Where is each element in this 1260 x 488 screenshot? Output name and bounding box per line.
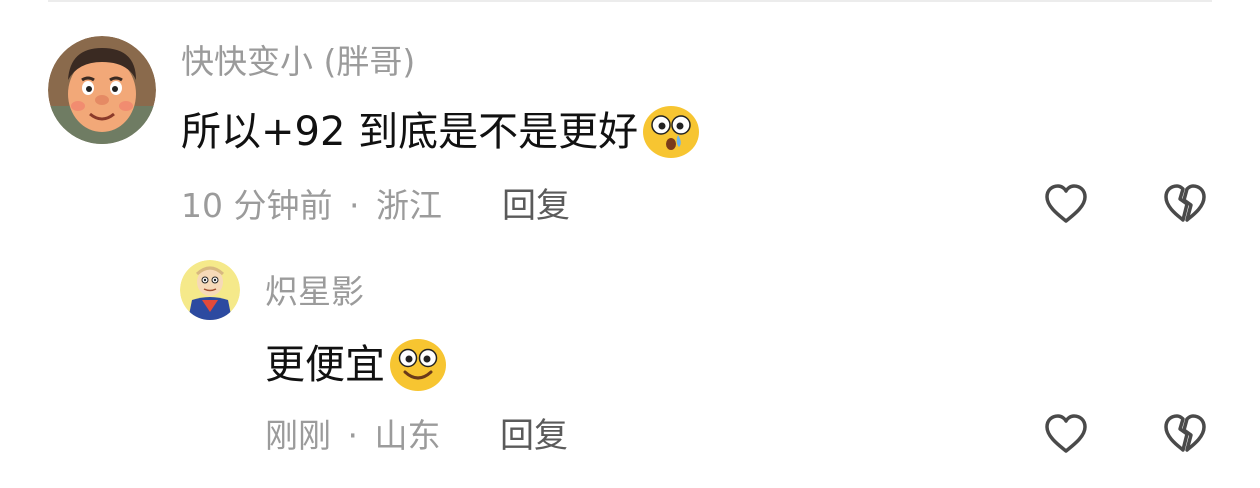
comment-body: 所以+92 到底是不是更好 bbox=[181, 109, 639, 155]
smiling-face-icon bbox=[389, 338, 447, 392]
heart-icon bbox=[1045, 184, 1087, 223]
surprised-face-icon bbox=[642, 105, 700, 159]
comment-username[interactable]: 快快变小 (胖哥) bbox=[181, 42, 415, 82]
comment-text: 所以+92 到底是不是更好 bbox=[181, 105, 700, 159]
dislike-button[interactable] bbox=[1161, 180, 1209, 228]
reply-button[interactable]: 回复 bbox=[502, 186, 570, 226]
meta-separator: · bbox=[347, 416, 359, 455]
comment-location: 山东 bbox=[374, 416, 441, 455]
broken-heart-icon bbox=[1164, 414, 1206, 452]
avatar[interactable] bbox=[180, 260, 240, 320]
heart-icon bbox=[1045, 414, 1087, 453]
like-button[interactable] bbox=[1042, 410, 1090, 458]
comment-location: 浙江 bbox=[375, 186, 442, 225]
comment-text: 更便宜 bbox=[265, 338, 447, 392]
comment-time: 10 分钟前 bbox=[181, 186, 333, 225]
comment-meta: 10 分钟前 · 浙江 bbox=[181, 186, 442, 226]
meta-separator: · bbox=[348, 186, 360, 225]
reply-button[interactable]: 回复 bbox=[500, 416, 568, 456]
broken-heart-icon bbox=[1164, 184, 1206, 222]
top-divider bbox=[48, 0, 1212, 2]
comment-body: 更便宜 bbox=[265, 342, 385, 388]
dislike-button[interactable] bbox=[1161, 410, 1209, 458]
like-button[interactable] bbox=[1042, 180, 1090, 228]
avatar[interactable] bbox=[48, 36, 156, 144]
comment-meta: 刚刚 · 山东 bbox=[265, 416, 441, 456]
comment-time: 刚刚 bbox=[265, 416, 331, 455]
comment-username[interactable]: 炽星影 bbox=[265, 272, 364, 312]
